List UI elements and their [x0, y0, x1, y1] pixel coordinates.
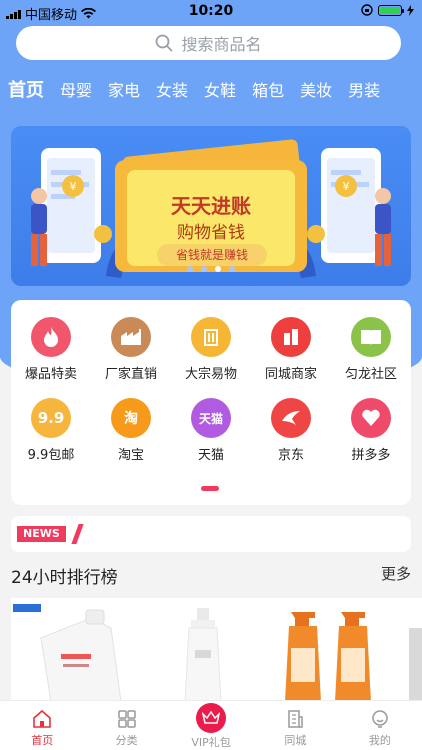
- ranking-header: 24小时排行榜 更多: [11, 563, 411, 588]
- building-icon: [288, 710, 304, 728]
- tmall-icon: 天猫: [191, 398, 231, 438]
- banner-pagination: [11, 266, 411, 272]
- tabbar-profile[interactable]: 我的: [338, 701, 422, 750]
- tabbar-vip[interactable]: VIP礼包: [169, 701, 253, 750]
- home-icon: [33, 709, 52, 728]
- category-bulk-barter[interactable]: 大宗易物: [171, 317, 251, 382]
- product-image: [13, 604, 122, 702]
- search-bar[interactable]: 搜索商品名: [16, 26, 401, 60]
- banner-cta[interactable]: 省钱就是赚钱: [157, 244, 267, 266]
- news-bar[interactable]: NEWS: [11, 516, 411, 552]
- city-building-icon: [271, 317, 311, 357]
- product-card[interactable]: [281, 598, 422, 702]
- news-divider: [71, 524, 84, 544]
- category-jd[interactable]: 京东: [251, 398, 331, 463]
- grid-icon: [117, 710, 136, 728]
- banner-dot[interactable]: [229, 266, 235, 272]
- banner-dot-active[interactable]: [215, 266, 221, 272]
- jd-icon: [271, 398, 311, 438]
- profile-icon: [372, 710, 388, 728]
- search-placeholder: 搜索商品名: [181, 35, 262, 54]
- book-icon: [351, 317, 391, 357]
- ranking-products: [11, 598, 422, 702]
- rotation-lock-icon: [361, 4, 373, 16]
- category-hot-deals[interactable]: 爆品特卖: [11, 317, 91, 382]
- category-tabs: 首页 母婴 家电 女装 女鞋 箱包 美妆 男装: [0, 78, 422, 112]
- product-image: [285, 612, 422, 702]
- building-icon: [191, 317, 231, 357]
- tabbar-category[interactable]: 分类: [84, 701, 168, 750]
- tab-bags[interactable]: 箱包: [244, 78, 292, 112]
- product-card[interactable]: [11, 598, 141, 702]
- category-community[interactable]: 匀龙社区: [331, 317, 411, 382]
- category-tmall[interactable]: 天猫 天猫: [171, 398, 251, 463]
- tab-mens-clothing[interactable]: 男装: [340, 78, 388, 112]
- product-card[interactable]: [161, 598, 271, 702]
- tab-baby[interactable]: 母婴: [52, 78, 100, 112]
- ranking-title: 24小时排行榜: [11, 568, 118, 588]
- category-pinduoduo[interactable]: 拼多多: [331, 398, 411, 463]
- tabbar-home[interactable]: 首页: [0, 701, 84, 750]
- tab-home[interactable]: 首页: [0, 78, 52, 112]
- crown-icon: [202, 711, 221, 724]
- category-pager-indicator: [201, 486, 219, 491]
- status-bar: 中国移动 10:20: [0, 0, 422, 24]
- news-badge: NEWS: [17, 526, 66, 542]
- tab-appliances[interactable]: 家电: [100, 78, 148, 112]
- category-free-shipping[interactable]: 9.9 9.9包邮: [11, 398, 91, 463]
- promo-banner[interactable]: ¥ ¥ 天天进账 购物省钱 省钱就是赚钱: [11, 126, 411, 286]
- tab-beauty[interactable]: 美妆: [292, 78, 340, 112]
- nine-nine-icon: 9.9: [31, 398, 71, 438]
- battery-icon: [378, 4, 404, 16]
- banner-dot[interactable]: [187, 266, 193, 272]
- category-taobao[interactable]: 淘 淘宝: [91, 398, 171, 463]
- bottom-tab-bar: 首页 分类 VIP礼包 同城 我的: [0, 700, 422, 750]
- category-grid: 爆品特卖 厂家直销 大宗易物 同城商家 匀龙社区 9.9 9.9包邮 淘 淘宝 …: [11, 300, 411, 505]
- banner-headline: 天天进账: [171, 194, 251, 218]
- fire-icon: [31, 317, 71, 357]
- product-image: [184, 608, 222, 702]
- category-factory-direct[interactable]: 厂家直销: [91, 317, 171, 382]
- search-icon: [156, 34, 173, 52]
- banner-subline: 购物省钱: [177, 223, 245, 243]
- taobao-icon: 淘: [111, 398, 151, 438]
- ranking-more-link[interactable]: 更多: [381, 563, 411, 584]
- pinduoduo-icon: [351, 398, 391, 438]
- tab-womens-clothing[interactable]: 女装: [148, 78, 196, 112]
- tab-womens-shoes[interactable]: 女鞋: [196, 78, 244, 112]
- charging-icon: [407, 4, 414, 16]
- tabbar-local[interactable]: 同城: [253, 701, 337, 750]
- banner-dot[interactable]: [201, 266, 207, 272]
- status-time: 10:20: [188, 3, 234, 19]
- category-local-merchants[interactable]: 同城商家: [251, 317, 331, 382]
- factory-icon: [111, 317, 151, 357]
